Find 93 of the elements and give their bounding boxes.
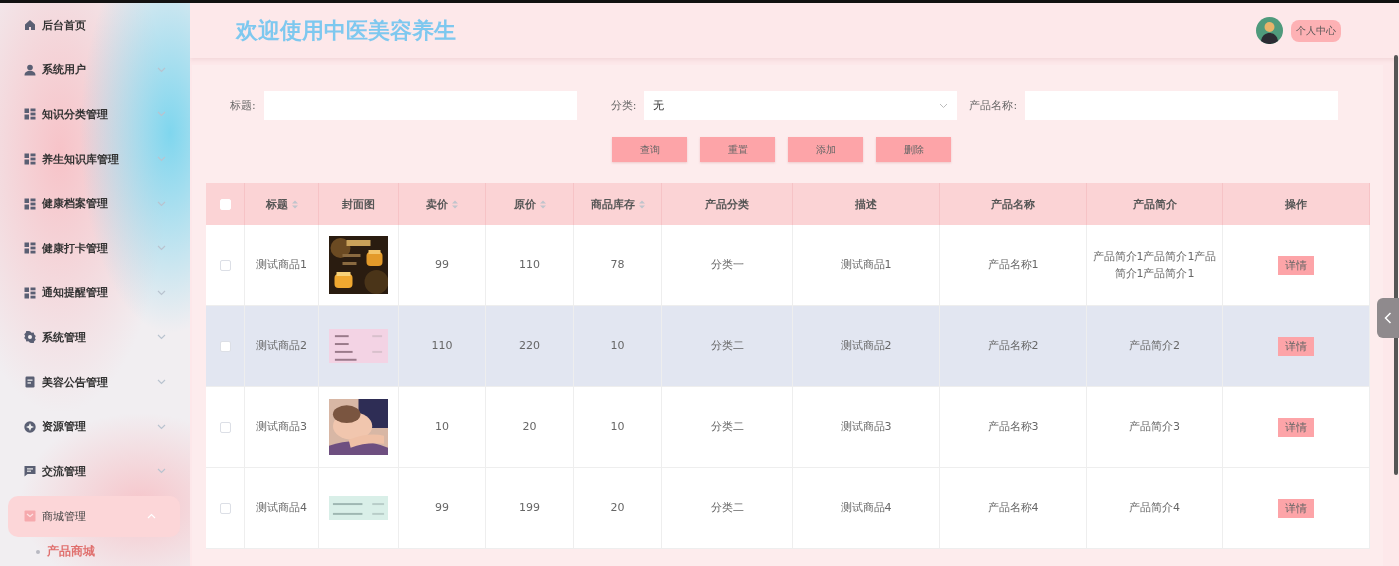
table-cell: 测试商品4	[793, 468, 940, 549]
sortable-column-header[interactable]: 标题	[245, 183, 319, 225]
category-select[interactable]: 无	[644, 91, 958, 120]
table-cell: 产品名称2	[940, 306, 1087, 387]
detail-button[interactable]: 详情	[1278, 336, 1314, 356]
table-cell: 测试商品3	[245, 387, 319, 468]
sortable-column-header[interactable]: 卖价	[399, 183, 486, 225]
table-cell: 110	[399, 306, 486, 387]
grid-icon	[24, 197, 36, 210]
sidebar-item[interactable]: 美容公告管理	[0, 359, 190, 405]
sort-icon	[638, 199, 645, 209]
document-icon	[24, 376, 36, 389]
table-cell: 99	[399, 225, 486, 306]
row-checkbox[interactable]	[219, 421, 231, 433]
column-header: 封面图	[319, 183, 399, 225]
field-label: 分类:	[610, 98, 637, 113]
table-cell: 测试商品2	[245, 306, 319, 387]
select-all-checkbox[interactable]	[219, 198, 231, 210]
table-cell: 测试商品3	[793, 387, 940, 468]
sidebar-item[interactable]: 健康打卡管理	[0, 225, 190, 271]
home-icon	[24, 19, 36, 32]
detail-button[interactable]: 详情	[1278, 498, 1314, 518]
detail-button[interactable]: 详情	[1278, 255, 1314, 275]
row-checkbox[interactable]	[219, 259, 231, 271]
table-cell: 199	[486, 468, 574, 549]
grid-icon	[24, 286, 36, 299]
column-header: 产品分类	[662, 183, 793, 225]
table-cell: 产品简介4	[1087, 468, 1223, 549]
table-cell: 78	[574, 225, 662, 306]
column-header: 产品简介	[1087, 183, 1223, 225]
collapse-button[interactable]	[1377, 298, 1399, 338]
sidebar-item[interactable]: 后台首页	[0, 3, 190, 48]
action-button[interactable]: 添加	[788, 137, 863, 162]
table-cell: 110	[486, 225, 574, 306]
column-header: 产品名称	[940, 183, 1087, 225]
compass-icon	[24, 420, 36, 433]
table-cell: 产品简介1产品简介1产品简介1产品简介1	[1087, 225, 1223, 306]
sidebar-item[interactable]: 交流管理	[0, 448, 190, 494]
table-cell: 产品名称1	[940, 225, 1087, 306]
table-cell: 产品简介2	[1087, 306, 1223, 387]
table-cell: 220	[486, 306, 574, 387]
action-button[interactable]: 查询	[612, 137, 687, 162]
table-cell: 产品名称3	[940, 387, 1087, 468]
action-button[interactable]: 删除	[876, 137, 951, 162]
column-header: 操作	[1223, 183, 1370, 225]
row-checkbox[interactable]	[219, 340, 231, 352]
table-cell: 分类二	[662, 306, 793, 387]
sidebar-item[interactable]: 系统管理	[0, 315, 190, 360]
field-label: 标题:	[230, 98, 256, 113]
table-cell: 测试商品1	[245, 225, 319, 306]
sidebar-item[interactable]: 商城管理	[8, 495, 180, 537]
table-cell: 10	[574, 306, 662, 387]
sidebar-item[interactable]: 知识分类管理	[0, 92, 190, 137]
grid-icon	[24, 108, 36, 121]
gear-icon	[24, 331, 36, 344]
avatar-icon	[1256, 17, 1283, 44]
table-cell: 分类二	[662, 387, 793, 468]
chat-icon	[24, 465, 36, 478]
table-cell: 测试商品4	[245, 468, 319, 549]
sidebar-item[interactable]: 养生知识库管理	[0, 136, 190, 182]
sortable-column-header[interactable]: 商品库存	[574, 183, 662, 225]
table-cell: 10	[574, 387, 662, 468]
table-cell: 10	[399, 387, 486, 468]
table-cell: 产品简介3	[1087, 387, 1223, 468]
row-checkbox[interactable]	[219, 502, 231, 514]
grid-icon	[24, 242, 36, 255]
table-cell: 99	[399, 468, 486, 549]
sidebar-item[interactable]: 资源管理	[0, 404, 190, 449]
table-cell: 测试商品1	[793, 225, 940, 306]
grid-icon	[24, 153, 36, 166]
chevron-left-icon	[1384, 312, 1392, 324]
sidebar-item[interactable]: 系统用户	[0, 47, 190, 93]
detail-button[interactable]: 详情	[1278, 417, 1314, 437]
user-icon	[24, 63, 36, 76]
table-cell: 分类一	[662, 225, 793, 306]
action-button[interactable]: 重置	[700, 137, 775, 162]
profile-button[interactable]: 个人中心	[1291, 19, 1341, 42]
sort-icon	[291, 199, 298, 209]
table-cell: 20	[574, 468, 662, 549]
chevron-down-icon	[939, 102, 949, 109]
sidebar-item[interactable]: 健康档案管理	[0, 181, 190, 226]
table-cell: 分类二	[662, 468, 793, 549]
field-label: 产品名称:	[969, 98, 1018, 113]
sort-icon	[539, 199, 546, 209]
table-cell: 20	[486, 387, 574, 468]
shop-icon	[24, 510, 36, 523]
table-cell: 产品名称4	[940, 468, 1087, 549]
column-header: 描述	[793, 183, 940, 225]
table-cell: 测试商品2	[793, 306, 940, 387]
sortable-column-header[interactable]: 原价	[486, 183, 574, 225]
sort-icon	[452, 199, 458, 209]
page-title: 欢迎使用中医美容养生	[236, 19, 457, 42]
sidebar-item[interactable]: 通知提醒管理	[0, 270, 190, 316]
